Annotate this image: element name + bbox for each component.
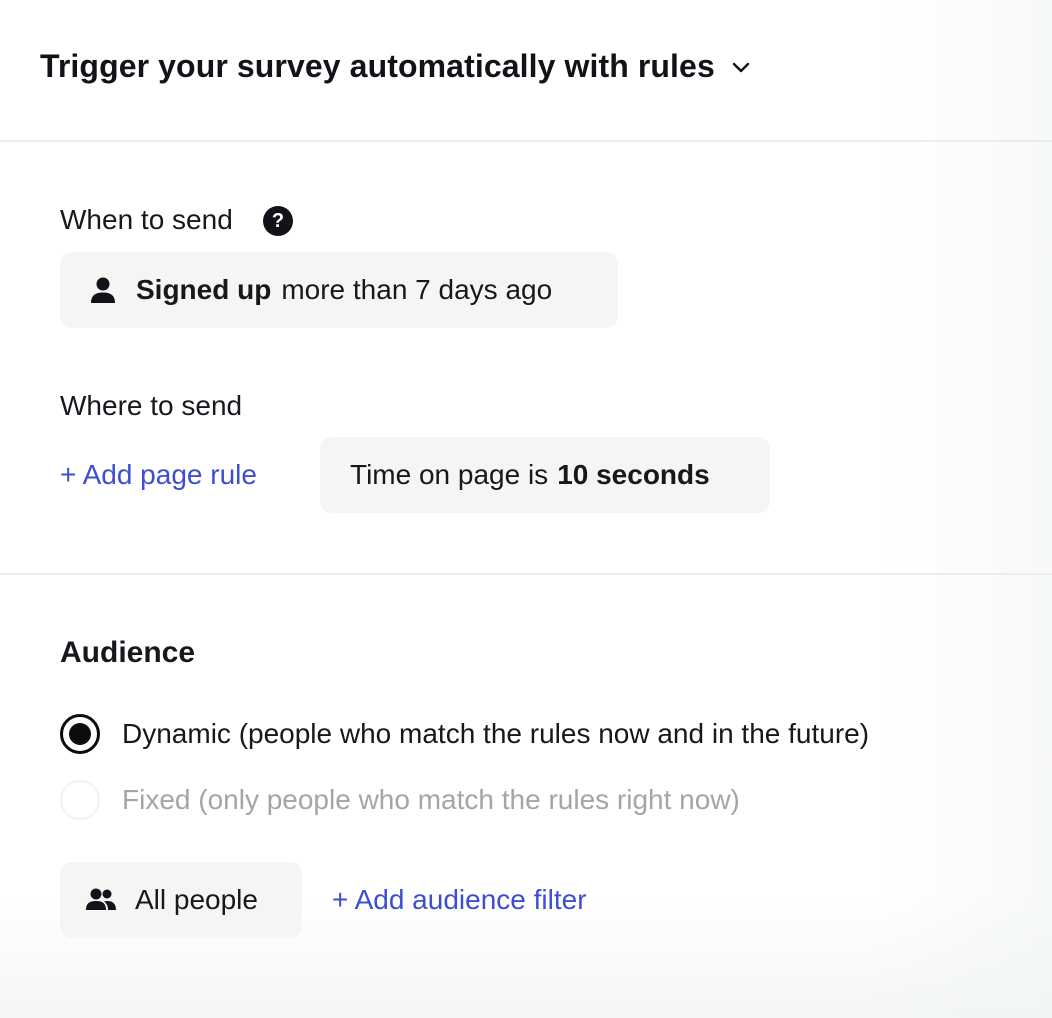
rule-condition: more than 7 days ago — [281, 274, 553, 305]
page-rule-value: 10 seconds — [557, 459, 710, 490]
panel-header: Trigger your survey automatically with r… — [0, 0, 1052, 142]
collapse-toggle[interactable]: Trigger your survey automatically with r… — [40, 48, 753, 85]
radio-unchecked-icon[interactable] — [60, 780, 100, 820]
audience-option-fixed[interactable]: Fixed (only people who match the rules r… — [60, 780, 740, 820]
chevron-down-icon — [729, 55, 753, 79]
audience-title: Audience — [60, 636, 196, 669]
page-rule-prefix: Time on page is — [350, 459, 549, 490]
audience-option-label: Fixed (only people who match the rules r… — [122, 784, 740, 815]
background-fade — [872, 0, 1052, 1018]
person-icon — [88, 275, 118, 305]
page-rule-chip[interactable]: Time on page is 10 seconds — [320, 437, 770, 513]
when-rule-chip[interactable]: Signed up more than 7 days ago — [60, 252, 618, 328]
radio-checked-icon[interactable] — [60, 714, 100, 754]
rules-panel: Trigger your survey automatically with r… — [0, 0, 1052, 1018]
audience-option-dynamic[interactable]: Dynamic (people who match the rules now … — [60, 714, 869, 754]
when-to-send-label: When to send — [60, 204, 233, 235]
audience-option-label: Dynamic (people who match the rules now … — [122, 718, 870, 749]
segment-label: All people — [135, 884, 258, 915]
add-audience-filter-link[interactable]: + Add audience filter — [332, 884, 587, 916]
rule-attribute: Signed up — [136, 274, 272, 305]
audience-segment-chip[interactable]: All people — [60, 862, 302, 938]
add-page-rule-link[interactable]: + Add page rule — [60, 459, 257, 491]
people-icon — [85, 886, 117, 914]
question-circle-icon[interactable]: ? — [263, 206, 293, 236]
section-divider — [0, 573, 1052, 575]
panel-title: Trigger your survey automatically with r… — [40, 48, 715, 84]
where-to-send-label: Where to send — [60, 390, 243, 421]
